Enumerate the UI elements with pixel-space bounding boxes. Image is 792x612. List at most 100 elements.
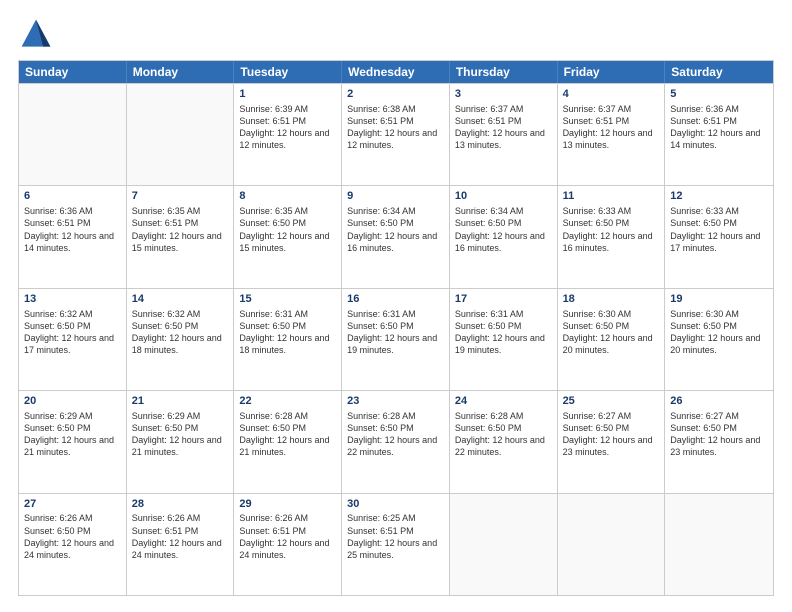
day-number: 29 xyxy=(239,497,336,512)
day-info: Sunrise: 6:31 AMSunset: 6:50 PMDaylight:… xyxy=(455,308,552,357)
cal-cell: 27Sunrise: 6:26 AMSunset: 6:50 PMDayligh… xyxy=(19,494,127,595)
cal-cell: 11Sunrise: 6:33 AMSunset: 6:50 PMDayligh… xyxy=(558,186,666,287)
cal-cell: 3Sunrise: 6:37 AMSunset: 6:51 PMDaylight… xyxy=(450,84,558,185)
cal-cell: 30Sunrise: 6:25 AMSunset: 6:51 PMDayligh… xyxy=(342,494,450,595)
day-number: 1 xyxy=(239,87,336,102)
cal-header-monday: Monday xyxy=(127,61,235,83)
cal-cell xyxy=(19,84,127,185)
cal-cell xyxy=(450,494,558,595)
cal-cell xyxy=(665,494,773,595)
cal-cell: 18Sunrise: 6:30 AMSunset: 6:50 PMDayligh… xyxy=(558,289,666,390)
day-number: 15 xyxy=(239,292,336,307)
cal-cell: 13Sunrise: 6:32 AMSunset: 6:50 PMDayligh… xyxy=(19,289,127,390)
cal-cell: 16Sunrise: 6:31 AMSunset: 6:50 PMDayligh… xyxy=(342,289,450,390)
day-info: Sunrise: 6:26 AMSunset: 6:51 PMDaylight:… xyxy=(239,512,336,561)
day-info: Sunrise: 6:35 AMSunset: 6:50 PMDaylight:… xyxy=(239,205,336,254)
day-number: 13 xyxy=(24,292,121,307)
day-info: Sunrise: 6:38 AMSunset: 6:51 PMDaylight:… xyxy=(347,103,444,152)
cal-cell: 25Sunrise: 6:27 AMSunset: 6:50 PMDayligh… xyxy=(558,391,666,492)
day-info: Sunrise: 6:26 AMSunset: 6:50 PMDaylight:… xyxy=(24,512,121,561)
header xyxy=(18,16,774,52)
calendar: SundayMondayTuesdayWednesdayThursdayFrid… xyxy=(18,60,774,596)
cal-cell: 7Sunrise: 6:35 AMSunset: 6:51 PMDaylight… xyxy=(127,186,235,287)
calendar-body: 1Sunrise: 6:39 AMSunset: 6:51 PMDaylight… xyxy=(19,83,773,595)
day-number: 24 xyxy=(455,394,552,409)
cal-cell: 29Sunrise: 6:26 AMSunset: 6:51 PMDayligh… xyxy=(234,494,342,595)
cal-cell: 26Sunrise: 6:27 AMSunset: 6:50 PMDayligh… xyxy=(665,391,773,492)
cal-cell: 24Sunrise: 6:28 AMSunset: 6:50 PMDayligh… xyxy=(450,391,558,492)
cal-week-1: 1Sunrise: 6:39 AMSunset: 6:51 PMDaylight… xyxy=(19,83,773,185)
day-number: 30 xyxy=(347,497,444,512)
logo-icon xyxy=(18,16,54,52)
cal-week-2: 6Sunrise: 6:36 AMSunset: 6:51 PMDaylight… xyxy=(19,185,773,287)
cal-header-saturday: Saturday xyxy=(665,61,773,83)
cal-cell: 12Sunrise: 6:33 AMSunset: 6:50 PMDayligh… xyxy=(665,186,773,287)
day-number: 3 xyxy=(455,87,552,102)
day-number: 9 xyxy=(347,189,444,204)
day-info: Sunrise: 6:32 AMSunset: 6:50 PMDaylight:… xyxy=(132,308,229,357)
day-info: Sunrise: 6:36 AMSunset: 6:51 PMDaylight:… xyxy=(24,205,121,254)
cal-header-friday: Friday xyxy=(558,61,666,83)
day-info: Sunrise: 6:26 AMSunset: 6:51 PMDaylight:… xyxy=(132,512,229,561)
day-number: 25 xyxy=(563,394,660,409)
cal-cell: 6Sunrise: 6:36 AMSunset: 6:51 PMDaylight… xyxy=(19,186,127,287)
day-info: Sunrise: 6:32 AMSunset: 6:50 PMDaylight:… xyxy=(24,308,121,357)
day-info: Sunrise: 6:27 AMSunset: 6:50 PMDaylight:… xyxy=(563,410,660,459)
cal-header-tuesday: Tuesday xyxy=(234,61,342,83)
day-number: 7 xyxy=(132,189,229,204)
cal-cell xyxy=(127,84,235,185)
cal-cell: 22Sunrise: 6:28 AMSunset: 6:50 PMDayligh… xyxy=(234,391,342,492)
day-info: Sunrise: 6:31 AMSunset: 6:50 PMDaylight:… xyxy=(239,308,336,357)
cal-cell: 17Sunrise: 6:31 AMSunset: 6:50 PMDayligh… xyxy=(450,289,558,390)
page: SundayMondayTuesdayWednesdayThursdayFrid… xyxy=(0,0,792,612)
day-number: 17 xyxy=(455,292,552,307)
day-info: Sunrise: 6:39 AMSunset: 6:51 PMDaylight:… xyxy=(239,103,336,152)
cal-week-4: 20Sunrise: 6:29 AMSunset: 6:50 PMDayligh… xyxy=(19,390,773,492)
calendar-header: SundayMondayTuesdayWednesdayThursdayFrid… xyxy=(19,61,773,83)
cal-cell: 21Sunrise: 6:29 AMSunset: 6:50 PMDayligh… xyxy=(127,391,235,492)
day-info: Sunrise: 6:34 AMSunset: 6:50 PMDaylight:… xyxy=(347,205,444,254)
day-info: Sunrise: 6:33 AMSunset: 6:50 PMDaylight:… xyxy=(670,205,768,254)
cal-cell: 28Sunrise: 6:26 AMSunset: 6:51 PMDayligh… xyxy=(127,494,235,595)
day-number: 21 xyxy=(132,394,229,409)
logo xyxy=(18,16,58,52)
day-info: Sunrise: 6:28 AMSunset: 6:50 PMDaylight:… xyxy=(347,410,444,459)
cal-cell: 8Sunrise: 6:35 AMSunset: 6:50 PMDaylight… xyxy=(234,186,342,287)
cal-cell: 1Sunrise: 6:39 AMSunset: 6:51 PMDaylight… xyxy=(234,84,342,185)
day-number: 4 xyxy=(563,87,660,102)
cal-cell: 4Sunrise: 6:37 AMSunset: 6:51 PMDaylight… xyxy=(558,84,666,185)
cal-cell xyxy=(558,494,666,595)
day-number: 2 xyxy=(347,87,444,102)
day-info: Sunrise: 6:30 AMSunset: 6:50 PMDaylight:… xyxy=(670,308,768,357)
day-number: 10 xyxy=(455,189,552,204)
cal-cell: 20Sunrise: 6:29 AMSunset: 6:50 PMDayligh… xyxy=(19,391,127,492)
day-number: 20 xyxy=(24,394,121,409)
cal-cell: 2Sunrise: 6:38 AMSunset: 6:51 PMDaylight… xyxy=(342,84,450,185)
day-info: Sunrise: 6:31 AMSunset: 6:50 PMDaylight:… xyxy=(347,308,444,357)
day-info: Sunrise: 6:29 AMSunset: 6:50 PMDaylight:… xyxy=(24,410,121,459)
day-number: 16 xyxy=(347,292,444,307)
day-number: 11 xyxy=(563,189,660,204)
day-info: Sunrise: 6:35 AMSunset: 6:51 PMDaylight:… xyxy=(132,205,229,254)
day-number: 23 xyxy=(347,394,444,409)
day-number: 26 xyxy=(670,394,768,409)
cal-week-5: 27Sunrise: 6:26 AMSunset: 6:50 PMDayligh… xyxy=(19,493,773,595)
day-number: 22 xyxy=(239,394,336,409)
cal-header-wednesday: Wednesday xyxy=(342,61,450,83)
day-number: 12 xyxy=(670,189,768,204)
day-number: 6 xyxy=(24,189,121,204)
cal-cell: 9Sunrise: 6:34 AMSunset: 6:50 PMDaylight… xyxy=(342,186,450,287)
cal-cell: 19Sunrise: 6:30 AMSunset: 6:50 PMDayligh… xyxy=(665,289,773,390)
cal-cell: 14Sunrise: 6:32 AMSunset: 6:50 PMDayligh… xyxy=(127,289,235,390)
day-number: 27 xyxy=(24,497,121,512)
day-info: Sunrise: 6:37 AMSunset: 6:51 PMDaylight:… xyxy=(563,103,660,152)
day-number: 18 xyxy=(563,292,660,307)
day-info: Sunrise: 6:25 AMSunset: 6:51 PMDaylight:… xyxy=(347,512,444,561)
day-info: Sunrise: 6:37 AMSunset: 6:51 PMDaylight:… xyxy=(455,103,552,152)
cal-cell: 5Sunrise: 6:36 AMSunset: 6:51 PMDaylight… xyxy=(665,84,773,185)
day-info: Sunrise: 6:29 AMSunset: 6:50 PMDaylight:… xyxy=(132,410,229,459)
day-info: Sunrise: 6:28 AMSunset: 6:50 PMDaylight:… xyxy=(239,410,336,459)
day-info: Sunrise: 6:33 AMSunset: 6:50 PMDaylight:… xyxy=(563,205,660,254)
day-info: Sunrise: 6:34 AMSunset: 6:50 PMDaylight:… xyxy=(455,205,552,254)
day-number: 14 xyxy=(132,292,229,307)
